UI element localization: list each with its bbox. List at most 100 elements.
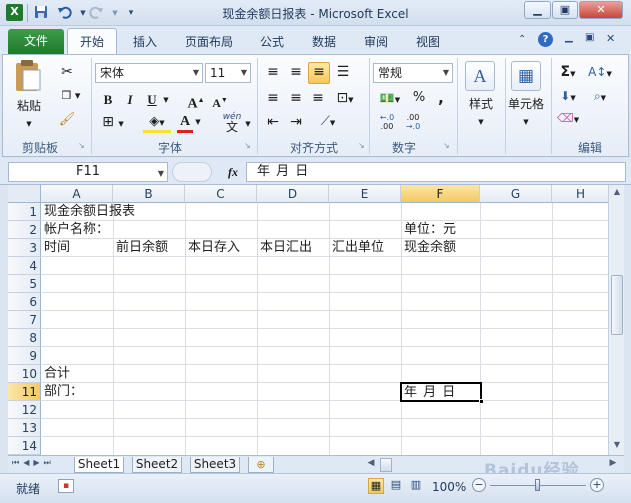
column-header[interactable]: D bbox=[257, 185, 329, 203]
cell-D3[interactable]: 本日汇出 bbox=[258, 239, 312, 257]
cell-F3[interactable]: 现金余额 bbox=[402, 239, 456, 257]
clear-icon[interactable]: ⌫▼ bbox=[555, 109, 581, 127]
dialog-launcher-icon[interactable]: ↘ bbox=[358, 141, 365, 150]
paste-button[interactable]: 粘贴 bbox=[9, 97, 49, 115]
sheet-tab-2[interactable]: Sheet2 bbox=[132, 457, 182, 473]
help-icon[interactable]: ? bbox=[538, 32, 553, 47]
align-right-icon[interactable]: ≡ bbox=[308, 89, 328, 107]
page-break-view-icon[interactable]: ▥ bbox=[408, 478, 424, 494]
column-header[interactable]: H bbox=[552, 185, 608, 203]
chevron-down-icon[interactable]: ▼ bbox=[243, 115, 253, 133]
chevron-up-icon[interactable]: ▲ bbox=[611, 187, 623, 199]
dialog-launcher-icon[interactable]: ↘ bbox=[443, 141, 450, 150]
wrap-text-icon[interactable]: ☰ bbox=[333, 63, 353, 81]
scroll-thumb[interactable] bbox=[611, 275, 623, 335]
row-header[interactable]: 12 bbox=[8, 401, 41, 419]
close-icon[interactable]: ✕ bbox=[579, 1, 623, 19]
bold-button[interactable]: B bbox=[99, 91, 117, 109]
cell-A2[interactable]: 帐户名称： bbox=[42, 221, 109, 239]
row-header[interactable]: 8 bbox=[8, 329, 41, 347]
comma-button[interactable]: , bbox=[433, 89, 449, 107]
cell-A3[interactable]: 时间 bbox=[42, 239, 70, 257]
sheet-tab-3[interactable]: Sheet3 bbox=[190, 457, 240, 473]
align-left-icon[interactable]: ≡ bbox=[263, 89, 283, 107]
styles-button[interactable]: 样式 bbox=[459, 95, 503, 113]
row-header[interactable]: 7 bbox=[8, 311, 41, 329]
sheet-nav-icon[interactable]: ⏮◀▶⏭ bbox=[12, 458, 55, 468]
ribbon-minimize-icon[interactable]: ⌃ bbox=[518, 34, 526, 45]
font-size-select[interactable]: 11 ▼ bbox=[205, 63, 251, 83]
cut-icon[interactable]: ✂ bbox=[57, 63, 77, 81]
format-painter-icon[interactable]: 🖌 bbox=[57, 111, 77, 129]
chevron-down-icon[interactable]: ▼ bbox=[21, 115, 37, 133]
font-name-select[interactable]: 宋体 ▼ bbox=[95, 63, 203, 83]
align-center-icon[interactable]: ≡ bbox=[286, 89, 306, 107]
styles-icon[interactable]: A bbox=[465, 61, 495, 91]
align-top-icon[interactable]: ≡ bbox=[263, 63, 283, 81]
restore-icon[interactable]: ▣ bbox=[585, 32, 594, 43]
row-header[interactable]: 9 bbox=[8, 347, 41, 365]
worksheet-grid[interactable]: A B C D E F G H 1 2 3 4 5 6 7 8 9 10 11 … bbox=[8, 185, 608, 455]
decrease-decimal-button[interactable]: .00 →.0 bbox=[403, 113, 423, 131]
restore-icon[interactable]: ▣ bbox=[552, 1, 578, 19]
find-select-icon[interactable]: ⌕▼ bbox=[585, 87, 615, 105]
column-header[interactable]: A bbox=[41, 185, 113, 203]
percent-button[interactable]: % bbox=[411, 89, 427, 107]
normal-view-icon[interactable]: ▦ bbox=[368, 478, 384, 494]
dialog-launcher-icon[interactable]: ↘ bbox=[78, 141, 85, 150]
cell-F2[interactable]: 单位：元 bbox=[402, 221, 456, 239]
column-header[interactable]: F bbox=[401, 185, 480, 203]
row-header[interactable]: 2 bbox=[8, 221, 41, 239]
minimize-icon[interactable]: ▁ bbox=[565, 32, 573, 43]
clipboard-icon[interactable] bbox=[13, 59, 47, 95]
hscroll-thumb[interactable] bbox=[380, 458, 392, 472]
minimize-icon[interactable]: ▁ bbox=[524, 1, 551, 19]
column-header[interactable]: C bbox=[185, 185, 257, 203]
chevron-down-icon[interactable]: ▼ bbox=[473, 113, 489, 131]
fill-color-icon[interactable]: ◈▼ bbox=[143, 113, 171, 133]
row-header[interactable]: 11 bbox=[8, 383, 41, 401]
zoom-level[interactable]: 100% bbox=[432, 480, 466, 494]
row-header[interactable]: 1 bbox=[8, 203, 41, 221]
sort-filter-icon[interactable]: A↕▼ bbox=[585, 63, 615, 81]
tab-data[interactable]: 数据 bbox=[302, 30, 346, 54]
cells-icon[interactable]: ▦ bbox=[511, 61, 541, 91]
row-header[interactable]: 10 bbox=[8, 365, 41, 383]
chevron-down-icon[interactable]: ▼ bbox=[193, 113, 203, 131]
chevron-down-icon[interactable]: ▼ bbox=[611, 440, 623, 452]
cell-A1[interactable]: 现金余额日报表 bbox=[42, 203, 135, 221]
cell-F11[interactable]: 年 月 日 bbox=[400, 382, 482, 402]
insert-sheet-icon[interactable]: ⊕ bbox=[248, 457, 274, 473]
column-header[interactable]: E bbox=[329, 185, 401, 203]
tab-formulas[interactable]: 公式 bbox=[250, 30, 294, 54]
row-header[interactable]: 5 bbox=[8, 275, 41, 293]
cell-B3[interactable]: 前日余额 bbox=[114, 239, 168, 257]
chevron-down-icon[interactable]: ▼ bbox=[161, 91, 171, 109]
copy-icon[interactable]: ❐ ▾ bbox=[57, 87, 85, 105]
tab-review[interactable]: 审阅 bbox=[354, 30, 398, 54]
autosum-button[interactable]: Σ▼ bbox=[555, 63, 581, 81]
shrink-font-button[interactable]: A▼ bbox=[211, 91, 229, 110]
grow-font-button[interactable]: A▲ bbox=[187, 91, 205, 112]
sheet-tab-1[interactable]: Sheet1 bbox=[74, 457, 124, 473]
cells-button[interactable]: 单元格 bbox=[503, 95, 549, 113]
cell-A10[interactable]: 合计 bbox=[42, 365, 70, 383]
chevron-left-icon[interactable]: ◀ bbox=[366, 458, 376, 472]
tab-page-layout[interactable]: 页面布局 bbox=[176, 30, 242, 54]
fill-handle[interactable] bbox=[479, 399, 484, 404]
currency-icon[interactable]: 💵▼ bbox=[375, 89, 405, 107]
row-header[interactable]: 4 bbox=[8, 257, 41, 275]
tab-file[interactable]: 文件 bbox=[8, 29, 64, 54]
select-all-button[interactable] bbox=[8, 185, 41, 203]
name-box[interactable]: F11 ▼ bbox=[8, 162, 168, 182]
increase-indent-icon[interactable]: ⇥ bbox=[286, 113, 306, 131]
decrease-indent-icon[interactable]: ⇤ bbox=[263, 113, 283, 131]
zoom-in-icon[interactable]: + bbox=[590, 478, 604, 492]
increase-decimal-button[interactable]: ←.0.00 bbox=[377, 113, 397, 131]
cell-A11[interactable]: 部门： bbox=[42, 383, 83, 401]
tab-view[interactable]: 视图 bbox=[406, 30, 450, 54]
macro-record-icon[interactable]: ▪ bbox=[58, 479, 74, 493]
formula-resize-handle[interactable] bbox=[172, 162, 212, 182]
tab-insert[interactable]: 插入 bbox=[122, 30, 168, 54]
formula-input[interactable]: 年 月 日 bbox=[246, 162, 626, 182]
